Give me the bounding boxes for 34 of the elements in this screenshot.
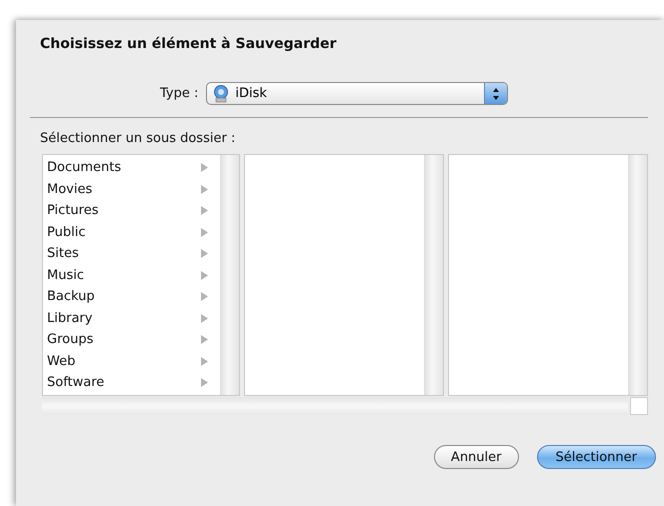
folder-name: Music — [47, 268, 84, 283]
folder-item[interactable]: Backup — [47, 286, 214, 308]
folder-name: Groups — [47, 332, 94, 348]
folder-item[interactable]: Documents — [47, 157, 214, 178]
folder-item[interactable]: Sites — [47, 243, 214, 264]
folder-name: Sites — [47, 246, 79, 262]
dialog-title: Choisissez un élément à Sauvegarder — [40, 36, 338, 52]
type-popup[interactable]: iDisk — [206, 82, 508, 105]
select-button[interactable]: Sélectionner — [536, 445, 656, 469]
folder-name: Public — [47, 224, 86, 240]
vertical-scrollbar[interactable] — [424, 155, 443, 395]
folder-name: Library — [47, 310, 92, 326]
folder-item[interactable]: Pictures — [47, 200, 214, 222]
folder-item[interactable]: Web — [47, 350, 214, 372]
folder-name: Software — [47, 375, 104, 390]
cancel-button[interactable]: Annuler — [434, 445, 518, 469]
globe-disk-icon — [213, 84, 230, 102]
folder-item[interactable]: Public — [47, 222, 214, 243]
folder-name: Documents — [47, 160, 122, 176]
popup-arrows-icon — [484, 83, 508, 104]
folder-item[interactable]: Music — [47, 264, 214, 286]
folder-item[interactable]: Groups — [47, 329, 214, 350]
vertical-scrollbar[interactable] — [628, 155, 647, 395]
browser-label: Sélectionner un sous dossier : — [40, 131, 236, 146]
folder-name: Web — [47, 354, 76, 369]
folder-name: Pictures — [47, 203, 98, 218]
folder-item[interactable]: Library — [47, 308, 214, 329]
type-label: Type : — [160, 86, 198, 101]
folder-name: Movies — [47, 182, 92, 197]
horizontal-scrollbar[interactable] — [42, 397, 628, 415]
vertical-scrollbar[interactable] — [220, 155, 239, 395]
folder-name: Backup — [47, 289, 95, 304]
folder-item[interactable]: Software — [47, 372, 214, 394]
folder-item[interactable]: Movies — [47, 178, 214, 200]
